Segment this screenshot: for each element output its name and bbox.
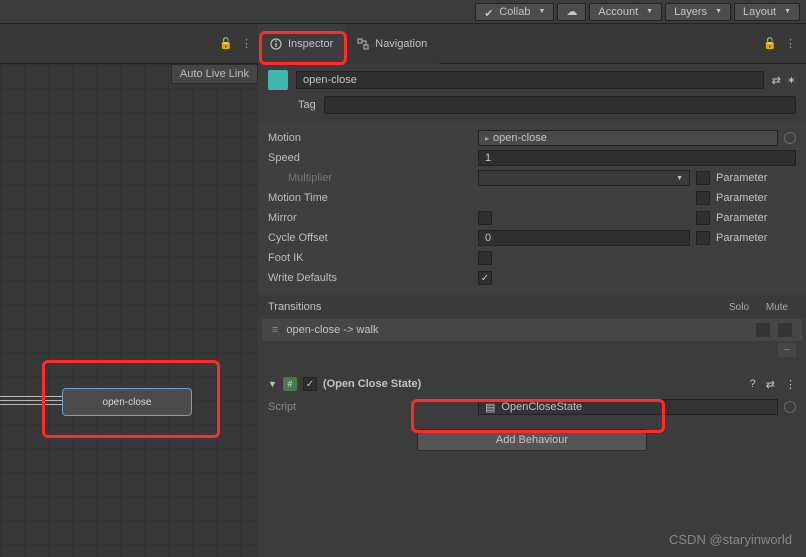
cloud-button[interactable]: ☁ [557,3,586,21]
tag-row: Tag [258,96,806,122]
help-icon[interactable]: ? [750,378,756,391]
left-panel-header: 🔓 ⋮ [0,24,258,63]
script-label: Script [268,401,478,413]
script-icon: # [283,377,297,391]
multiplier-label: Multiplier [268,172,478,184]
inspector-panel: open-close ⇄ ✶ Tag Motion ▸open-close Sp… [258,64,806,557]
main-area: Auto Live Link open-close open-close ⇄ ✶… [0,64,806,557]
solo-label: Solo [720,302,758,313]
motion-time-label: Motion Time [268,192,478,204]
state-icon [268,70,288,90]
auto-live-link-button[interactable]: Auto Live Link [171,64,258,84]
play-icon: ▸ [485,134,489,143]
multiplier-parameter-checkbox[interactable] [696,171,710,185]
watermark: CSDN @staryinworld [669,532,792,547]
state-properties: Motion ▸open-close Speed 1 Multiplier ▼ P… [258,122,806,294]
cloud-icon: ☁ [566,5,577,18]
cycle-offset-label: Cycle Offset [268,232,478,244]
motion-label: Motion [268,132,478,144]
info-icon [270,38,282,50]
solo-toggle[interactable] [756,323,770,337]
preset-icon[interactable]: ⇄ [766,378,775,391]
parameter-label: Parameter [716,192,767,204]
add-behaviour-button[interactable]: Add Behaviour [417,429,647,451]
tab-label: Navigation [375,38,427,50]
component-header[interactable]: ▼ # (Open Close State) ? ⇄ ⋮ [258,373,806,395]
drag-handle-icon[interactable]: ≡ [272,324,278,336]
script-field[interactable]: ▤OpenCloseState [478,399,778,415]
remove-transition-button[interactable]: − [778,343,796,357]
mirror-label: Mirror [268,212,478,224]
chevron-down-icon: ▼ [715,8,722,15]
top-toolbar: ✔Collab▼ ☁ Account▼ Layers▼ Layout▼ [0,0,806,24]
gear-icon[interactable]: ✶ [787,74,796,87]
account-dropdown[interactable]: Account▼ [589,3,662,21]
transitions-header: Transitions Solo Mute [258,296,806,318]
write-defaults-label: Write Defaults [268,272,478,284]
speed-label: Speed [268,152,478,164]
tab-label: Inspector [288,38,333,50]
tag-input[interactable] [324,96,796,114]
tab-bar-row: 🔓 ⋮ Inspector Navigation 🔓 ⋮ [0,24,806,64]
script-row: Script ▤OpenCloseState [258,395,806,419]
state-header: open-close ⇄ ✶ [258,64,806,96]
layers-dropdown[interactable]: Layers▼ [665,3,731,21]
cycle-offset-input[interactable]: 0 [478,230,690,246]
multiplier-dropdown[interactable]: ▼ [478,170,690,186]
collab-dropdown[interactable]: ✔Collab▼ [475,3,554,21]
motion-time-parameter-checkbox[interactable] [696,191,710,205]
parameter-label: Parameter [716,172,767,184]
state-name-input[interactable]: open-close [296,71,764,89]
header-tools: ⇄ ✶ [772,74,796,87]
menu-icon[interactable]: ⋮ [241,37,252,50]
chevron-down-icon: ▼ [784,8,791,15]
csharp-icon: ▤ [485,401,495,414]
foldout-icon[interactable]: ▼ [268,379,277,389]
parameter-label: Parameter [716,232,767,244]
settings-icon[interactable]: ⇄ [772,74,781,87]
component-enabled-checkbox[interactable] [303,377,317,391]
cycle-offset-parameter-checkbox[interactable] [696,231,710,245]
menu-icon[interactable]: ⋮ [785,37,796,50]
state-node-open-close[interactable]: open-close [62,388,192,416]
mute-label: Mute [758,302,796,313]
tag-label: Tag [298,99,316,111]
chevron-down-icon: ▼ [538,8,545,15]
object-picker-icon[interactable] [784,132,796,144]
lock-icon[interactable]: 🔓 [763,37,777,50]
lock-icon[interactable]: 🔓 [219,37,233,50]
transition-item[interactable]: ≡ open-close -> walk [262,319,802,341]
layout-dropdown[interactable]: Layout▼ [734,3,800,21]
check-icon: ✔ [484,7,494,17]
foot-ik-label: Foot IK [268,252,478,264]
animator-graph[interactable]: Auto Live Link open-close [0,64,258,557]
motion-dropdown[interactable]: ▸open-close [478,130,778,146]
transition-edges [0,396,62,408]
mirror-parameter-checkbox[interactable] [696,211,710,225]
tab-inspector[interactable]: Inspector [258,24,345,64]
tab-navigation[interactable]: Navigation [345,24,439,64]
parameter-label: Parameter [716,212,767,224]
write-defaults-checkbox[interactable] [478,271,492,285]
right-panel-header: Inspector Navigation 🔓 ⋮ [258,24,806,63]
mute-toggle[interactable] [778,323,792,337]
object-picker-icon[interactable] [784,401,796,413]
foot-ik-checkbox[interactable] [478,251,492,265]
menu-icon[interactable]: ⋮ [785,378,796,391]
speed-input[interactable]: 1 [478,150,796,166]
navigation-icon [357,38,369,50]
transition-label: open-close -> walk [286,324,378,336]
chevron-down-icon: ▼ [646,8,653,15]
component-title: (Open Close State) [323,378,421,390]
mirror-checkbox[interactable] [478,211,492,225]
transitions-label: Transitions [268,301,321,313]
